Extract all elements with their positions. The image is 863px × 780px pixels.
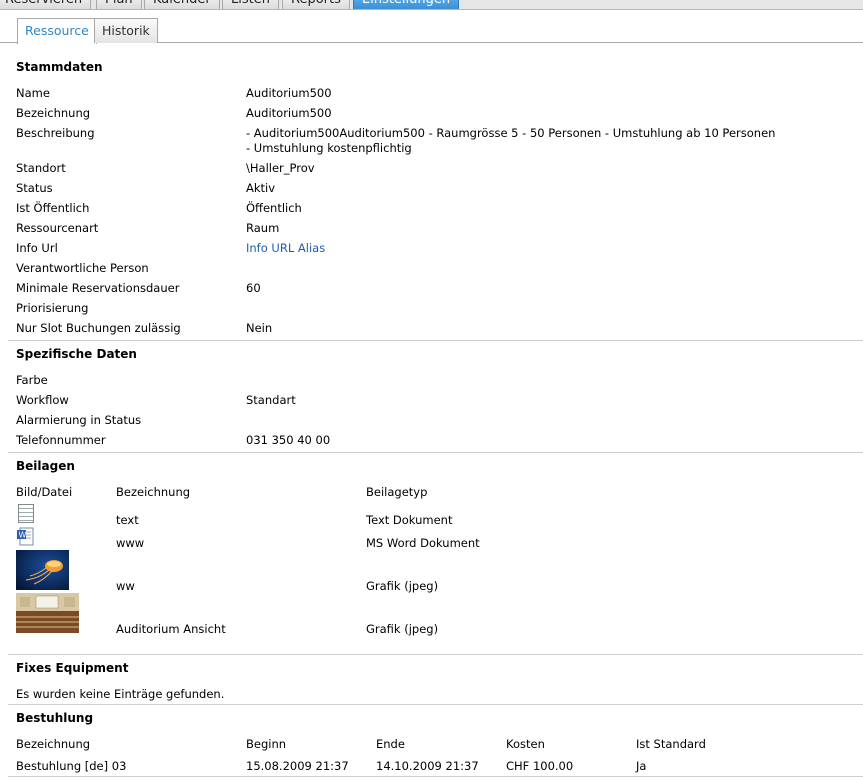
field-value: \Haller_Prov xyxy=(246,161,315,175)
divider xyxy=(8,776,863,777)
info-url-link[interactable]: Info URL Alias xyxy=(246,241,325,255)
attachment-name[interactable]: ww xyxy=(116,579,135,593)
section-title-bestuhlung: Bestuhlung xyxy=(16,711,94,725)
tab-einstellungen[interactable]: Einstellungen xyxy=(353,0,460,9)
table-cell: Ja xyxy=(636,759,647,773)
table-cell: CHF 100.00 xyxy=(506,759,574,773)
field-row: Standort \Haller_Prov xyxy=(16,161,856,177)
tab-listen[interactable]: Listen xyxy=(222,0,279,9)
field-value: Standart xyxy=(246,393,296,407)
field-row: Ressourcenart Raum xyxy=(16,221,856,237)
field-label: Bezeichnung xyxy=(16,106,91,120)
column-header-bild-datei: Bild/Datei xyxy=(16,485,73,499)
attachment-type: Grafik (jpeg) xyxy=(366,622,439,636)
section-title-fixes-equipment: Fixes Equipment xyxy=(16,661,129,675)
field-row: Bezeichnung Auditorium500 xyxy=(16,106,856,122)
field-label: Info Url xyxy=(16,241,58,255)
field-row: Ist Öffentlich Öffentlich xyxy=(16,201,856,217)
column-header-beginn: Beginn xyxy=(246,737,287,751)
field-label: Nur Slot Buchungen zulässig xyxy=(16,321,181,335)
field-value-line2: - Umstuhlung kostenpflichtig xyxy=(246,141,412,155)
divider xyxy=(8,452,863,453)
field-row: Info Url Info URL Alias xyxy=(16,241,856,257)
field-value: - Auditorium500Auditorium500 - Raumgröss… xyxy=(246,126,776,140)
tab-reservieren[interactable]: Reservieren xyxy=(0,0,92,9)
field-label: Name xyxy=(16,86,50,100)
field-row: Priorisierung xyxy=(16,301,856,317)
column-header-ende: Ende xyxy=(376,737,405,751)
field-row: Beschreibung - Auditorium500Auditorium50… xyxy=(16,126,856,158)
word-document-icon[interactable]: W xyxy=(17,527,35,546)
attachment-type: Text Dokument xyxy=(366,513,453,527)
field-label: Telefonnummer xyxy=(16,433,106,447)
table-cell: Bestuhlung [de] 03 xyxy=(16,759,127,773)
field-value: Öffentlich xyxy=(246,201,302,215)
field-label: Status xyxy=(16,181,53,195)
divider xyxy=(8,704,863,705)
field-label: Ist Öffentlich xyxy=(16,201,90,215)
jellyfish-thumbnail[interactable] xyxy=(16,550,69,590)
tab-plan[interactable]: Plan xyxy=(96,0,142,9)
column-header-ist-standard: Ist Standard xyxy=(636,737,706,751)
empty-message: Es wurden keine Einträge gefunden. xyxy=(16,687,225,701)
tab-historik[interactable]: Historik xyxy=(94,18,158,43)
field-value: Nein xyxy=(246,321,273,335)
field-row: Telefonnummer 031 350 40 00 xyxy=(16,433,856,449)
field-label: Verantwortliche Person xyxy=(16,261,149,275)
field-label: Beschreibung xyxy=(16,126,95,140)
field-value: 60 xyxy=(246,281,261,295)
table-cell: 15.08.2009 21:37 xyxy=(246,759,349,773)
section-title-stammdaten: Stammdaten xyxy=(16,60,103,74)
field-value: Aktiv xyxy=(246,181,276,195)
field-value: Auditorium500 xyxy=(246,106,332,120)
divider xyxy=(8,340,863,341)
field-row: Minimale Reservationsdauer 60 xyxy=(16,281,856,297)
section-title-beilagen: Beilagen xyxy=(16,459,75,473)
field-label: Farbe xyxy=(16,373,48,387)
attachment-name[interactable]: Auditorium Ansicht xyxy=(116,622,226,636)
field-label: Workflow xyxy=(16,393,69,407)
field-row: Workflow Standart xyxy=(16,393,856,409)
tab-kalender[interactable]: Kalender xyxy=(144,0,220,9)
tab-ressource[interactable]: Ressource xyxy=(17,18,97,44)
field-row: Alarmierung in Status xyxy=(16,413,856,429)
field-label: Ressourcenart xyxy=(16,221,99,235)
field-row: Farbe xyxy=(16,373,856,389)
auditorium-thumbnail[interactable] xyxy=(16,593,79,633)
attachment-type: MS Word Dokument xyxy=(366,536,480,550)
field-row: Name Auditorium500 xyxy=(16,86,856,102)
field-row: Verantwortliche Person xyxy=(16,261,856,277)
attachment-name[interactable]: www xyxy=(116,536,144,550)
field-value: Raum xyxy=(246,221,280,235)
main-navigation: Reservieren Plan Kalender Listen Reports… xyxy=(0,0,863,10)
field-label: Standort xyxy=(16,161,66,175)
field-value: 031 350 40 00 xyxy=(246,433,331,447)
table-cell: 14.10.2009 21:37 xyxy=(376,759,479,773)
field-label: Priorisierung xyxy=(16,301,89,315)
column-header-bezeichnung: Bezeichnung xyxy=(16,737,91,751)
text-document-icon[interactable] xyxy=(18,504,34,523)
divider xyxy=(8,654,863,655)
section-title-spezifische-daten: Spezifische Daten xyxy=(16,347,137,361)
field-label: Minimale Reservationsdauer xyxy=(16,281,180,295)
sub-tab-bar: Ressource Historik xyxy=(0,10,863,44)
column-header-beilagetyp: Beilagetyp xyxy=(366,485,428,499)
field-value: Auditorium500 xyxy=(246,86,332,100)
svg-text:W: W xyxy=(19,531,27,540)
column-header-kosten: Kosten xyxy=(506,737,545,751)
tab-reports[interactable]: Reports xyxy=(282,0,350,9)
field-label: Alarmierung in Status xyxy=(16,413,142,427)
attachment-name[interactable]: text xyxy=(116,513,139,527)
field-row: Nur Slot Buchungen zulässig Nein xyxy=(16,321,856,337)
column-header-bezeichnung: Bezeichnung xyxy=(116,485,191,499)
attachment-type: Grafik (jpeg) xyxy=(366,579,439,593)
field-row: Status Aktiv xyxy=(16,181,856,197)
